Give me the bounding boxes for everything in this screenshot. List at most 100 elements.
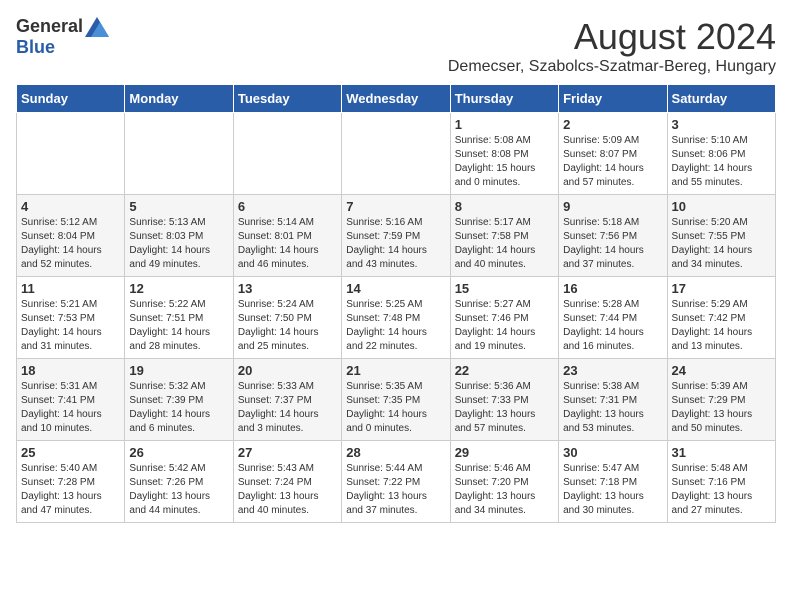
calendar-cell: 6 Sunrise: 5:14 AM Sunset: 8:01 PM Daylig… xyxy=(233,195,341,277)
day-info: Sunrise: 5:12 AM Sunset: 8:04 PM Dayligh… xyxy=(21,216,120,272)
week-row-5: 25 Sunrise: 5:40 AM Sunset: 7:28 PM Dayli… xyxy=(17,441,776,523)
calendar-cell: 24 Sunrise: 5:39 AM Sunset: 7:29 PM Dayli… xyxy=(667,359,775,441)
calendar-cell xyxy=(17,113,125,195)
location-title: Demecser, Szabolcs-Szatmar-Bereg, Hungar… xyxy=(448,58,776,76)
day-info: Sunrise: 5:18 AM Sunset: 7:56 PM Dayligh… xyxy=(563,216,662,272)
day-number: 4 xyxy=(21,199,120,214)
calendar-cell: 28Sunrise: 5:44 AM Sunset: 7:22 PM Dayli… xyxy=(342,441,450,523)
calendar-cell: 19Sunrise: 5:32 AM Sunset: 7:39 PM Dayli… xyxy=(125,359,233,441)
day-info: Sunrise: 5:29 AM Sunset: 7:42 PM Dayligh… xyxy=(672,298,771,354)
calendar-cell: 23 Sunrise: 5:38 AM Sunset: 7:31 PM Dayli… xyxy=(559,359,667,441)
page-header: General Blue August 2024 Demecser, Szabo… xyxy=(16,16,776,76)
day-number: 13 xyxy=(238,281,337,296)
day-info: Sunrise: 5:20 AM Sunset: 7:55 PM Dayligh… xyxy=(672,216,771,272)
day-info: Sunrise: 5:38 AM Sunset: 7:31 PM Dayligh… xyxy=(563,380,662,436)
calendar-cell: 1 Sunrise: 5:08 AM Sunset: 8:08 PM Daylig… xyxy=(450,113,558,195)
day-number: 20 xyxy=(238,363,337,378)
day-number: 21 xyxy=(346,363,445,378)
calendar-cell: 8Sunrise: 5:17 AM Sunset: 7:58 PM Daylig… xyxy=(450,195,558,277)
header-day-thursday: Thursday xyxy=(450,85,558,113)
day-number: 9 xyxy=(563,199,662,214)
calendar-cell: 7Sunrise: 5:16 AM Sunset: 7:59 PM Daylig… xyxy=(342,195,450,277)
calendar-cell: 31Sunrise: 5:48 AM Sunset: 7:16 PM Dayli… xyxy=(667,441,775,523)
day-number: 16 xyxy=(563,281,662,296)
day-info: Sunrise: 5:22 AM Sunset: 7:51 PM Dayligh… xyxy=(129,298,228,354)
header-day-wednesday: Wednesday xyxy=(342,85,450,113)
calendar-cell: 22 Sunrise: 5:36 AM Sunset: 7:33 PM Dayli… xyxy=(450,359,558,441)
day-number: 26 xyxy=(129,445,228,460)
calendar-cell: 25 Sunrise: 5:40 AM Sunset: 7:28 PM Dayli… xyxy=(17,441,125,523)
day-info: Sunrise: 5:35 AM Sunset: 7:35 PM Dayligh… xyxy=(346,380,445,436)
title-area: August 2024 Demecser, Szabolcs-Szatmar-B… xyxy=(448,16,776,76)
day-number: 10 xyxy=(672,199,771,214)
logo-general-text: General xyxy=(16,16,83,37)
day-number: 6 xyxy=(238,199,337,214)
calendar-cell: 12 Sunrise: 5:22 AM Sunset: 7:51 PM Dayli… xyxy=(125,277,233,359)
calendar-cell: 5 Sunrise: 5:13 AM Sunset: 8:03 PM Daylig… xyxy=(125,195,233,277)
day-info: Sunrise: 5:09 AM Sunset: 8:07 PM Dayligh… xyxy=(563,134,662,190)
calendar-cell xyxy=(125,113,233,195)
day-info: Sunrise: 5:28 AM Sunset: 7:44 PM Dayligh… xyxy=(563,298,662,354)
day-number: 18 xyxy=(21,363,120,378)
day-info: Sunrise: 5:21 AM Sunset: 7:53 PM Dayligh… xyxy=(21,298,120,354)
header-day-tuesday: Tuesday xyxy=(233,85,341,113)
day-info: Sunrise: 5:31 AM Sunset: 7:41 PM Dayligh… xyxy=(21,380,120,436)
day-number: 17 xyxy=(672,281,771,296)
day-number: 14 xyxy=(346,281,445,296)
day-info: Sunrise: 5:13 AM Sunset: 8:03 PM Dayligh… xyxy=(129,216,228,272)
calendar-cell: 2 Sunrise: 5:09 AM Sunset: 8:07 PM Daylig… xyxy=(559,113,667,195)
day-info: Sunrise: 5:40 AM Sunset: 7:28 PM Dayligh… xyxy=(21,462,120,518)
day-info: Sunrise: 5:14 AM Sunset: 8:01 PM Dayligh… xyxy=(238,216,337,272)
day-number: 24 xyxy=(672,363,771,378)
week-row-4: 18 Sunrise: 5:31 AM Sunset: 7:41 PM Dayli… xyxy=(17,359,776,441)
day-number: 19 xyxy=(129,363,228,378)
header-day-friday: Friday xyxy=(559,85,667,113)
day-number: 1 xyxy=(455,117,554,132)
logo-icon xyxy=(85,17,109,37)
day-info: Sunrise: 5:08 AM Sunset: 8:08 PM Dayligh… xyxy=(455,134,554,190)
day-info: Sunrise: 5:16 AM Sunset: 7:59 PM Dayligh… xyxy=(346,216,445,272)
month-title: August 2024 xyxy=(448,16,776,58)
day-number: 23 xyxy=(563,363,662,378)
day-info: Sunrise: 5:24 AM Sunset: 7:50 PM Dayligh… xyxy=(238,298,337,354)
day-number: 3 xyxy=(672,117,771,132)
calendar-cell: 17 Sunrise: 5:29 AM Sunset: 7:42 PM Dayli… xyxy=(667,277,775,359)
calendar-cell: 11 Sunrise: 5:21 AM Sunset: 7:53 PM Dayli… xyxy=(17,277,125,359)
day-number: 11 xyxy=(21,281,120,296)
logo: General Blue xyxy=(16,16,109,58)
week-row-1: 1 Sunrise: 5:08 AM Sunset: 8:08 PM Daylig… xyxy=(17,113,776,195)
calendar-header-row: SundayMondayTuesdayWednesdayThursdayFrid… xyxy=(17,85,776,113)
calendar-cell: 4 Sunrise: 5:12 AM Sunset: 8:04 PM Daylig… xyxy=(17,195,125,277)
calendar-cell: 27 Sunrise: 5:43 AM Sunset: 7:24 PM Dayli… xyxy=(233,441,341,523)
day-number: 2 xyxy=(563,117,662,132)
day-number: 5 xyxy=(129,199,228,214)
day-info: Sunrise: 5:39 AM Sunset: 7:29 PM Dayligh… xyxy=(672,380,771,436)
calendar-cell: 10 Sunrise: 5:20 AM Sunset: 7:55 PM Dayli… xyxy=(667,195,775,277)
day-number: 12 xyxy=(129,281,228,296)
calendar-cell: 20Sunrise: 5:33 AM Sunset: 7:37 PM Dayli… xyxy=(233,359,341,441)
day-info: Sunrise: 5:42 AM Sunset: 7:26 PM Dayligh… xyxy=(129,462,228,518)
day-number: 8 xyxy=(455,199,554,214)
header-day-monday: Monday xyxy=(125,85,233,113)
day-number: 27 xyxy=(238,445,337,460)
day-number: 22 xyxy=(455,363,554,378)
day-info: Sunrise: 5:25 AM Sunset: 7:48 PM Dayligh… xyxy=(346,298,445,354)
day-number: 25 xyxy=(21,445,120,460)
day-info: Sunrise: 5:27 AM Sunset: 7:46 PM Dayligh… xyxy=(455,298,554,354)
calendar-table: SundayMondayTuesdayWednesdayThursdayFrid… xyxy=(16,84,776,523)
calendar-cell xyxy=(233,113,341,195)
calendar-cell: 15 Sunrise: 5:27 AM Sunset: 7:46 PM Dayli… xyxy=(450,277,558,359)
header-day-saturday: Saturday xyxy=(667,85,775,113)
day-number: 28 xyxy=(346,445,445,460)
calendar-cell: 21 Sunrise: 5:35 AM Sunset: 7:35 PM Dayli… xyxy=(342,359,450,441)
day-number: 30 xyxy=(563,445,662,460)
day-info: Sunrise: 5:10 AM Sunset: 8:06 PM Dayligh… xyxy=(672,134,771,190)
day-info: Sunrise: 5:36 AM Sunset: 7:33 PM Dayligh… xyxy=(455,380,554,436)
day-number: 29 xyxy=(455,445,554,460)
calendar-cell: 9 Sunrise: 5:18 AM Sunset: 7:56 PM Daylig… xyxy=(559,195,667,277)
day-info: Sunrise: 5:47 AM Sunset: 7:18 PM Dayligh… xyxy=(563,462,662,518)
day-number: 15 xyxy=(455,281,554,296)
calendar-cell: 18 Sunrise: 5:31 AM Sunset: 7:41 PM Dayli… xyxy=(17,359,125,441)
day-number: 31 xyxy=(672,445,771,460)
day-info: Sunrise: 5:43 AM Sunset: 7:24 PM Dayligh… xyxy=(238,462,337,518)
